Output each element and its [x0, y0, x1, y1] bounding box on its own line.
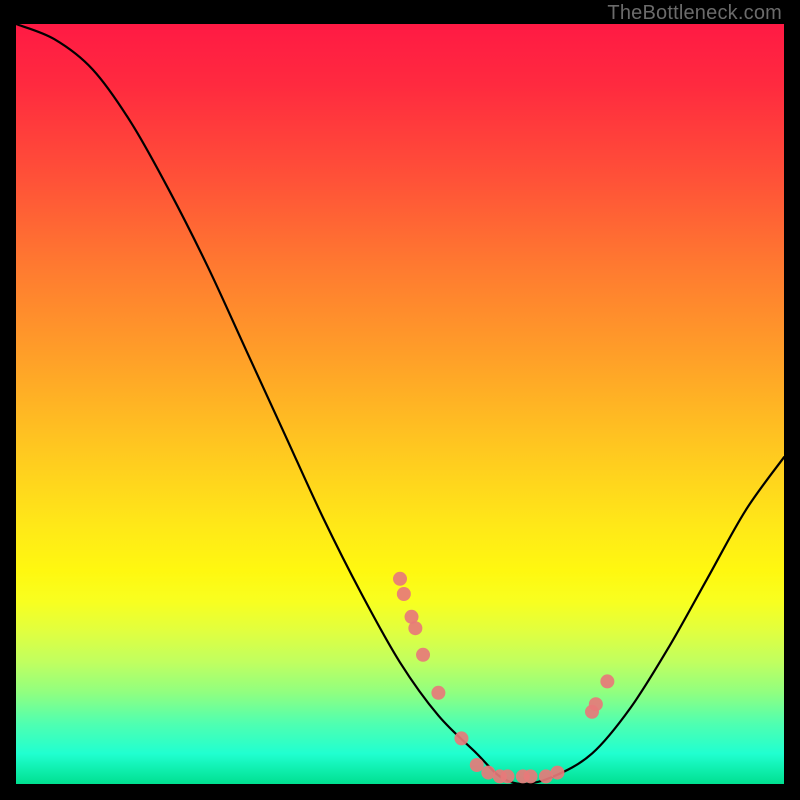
marker-point	[408, 621, 422, 635]
watermark-text: TheBottleneck.com	[607, 2, 782, 25]
chart-container: TheBottleneck.com	[0, 0, 800, 800]
curve-group	[16, 24, 784, 784]
marker-point	[470, 758, 484, 772]
bottleneck-curve	[16, 24, 784, 784]
marker-point	[393, 572, 407, 586]
markers-group	[393, 572, 614, 784]
marker-point	[501, 769, 515, 783]
marker-point	[550, 766, 564, 780]
marker-point	[524, 769, 538, 783]
marker-point	[454, 731, 468, 745]
marker-point	[397, 587, 411, 601]
marker-point	[431, 686, 445, 700]
chart-svg	[16, 24, 784, 784]
marker-point	[589, 697, 603, 711]
marker-point	[416, 648, 430, 662]
marker-point	[600, 674, 614, 688]
